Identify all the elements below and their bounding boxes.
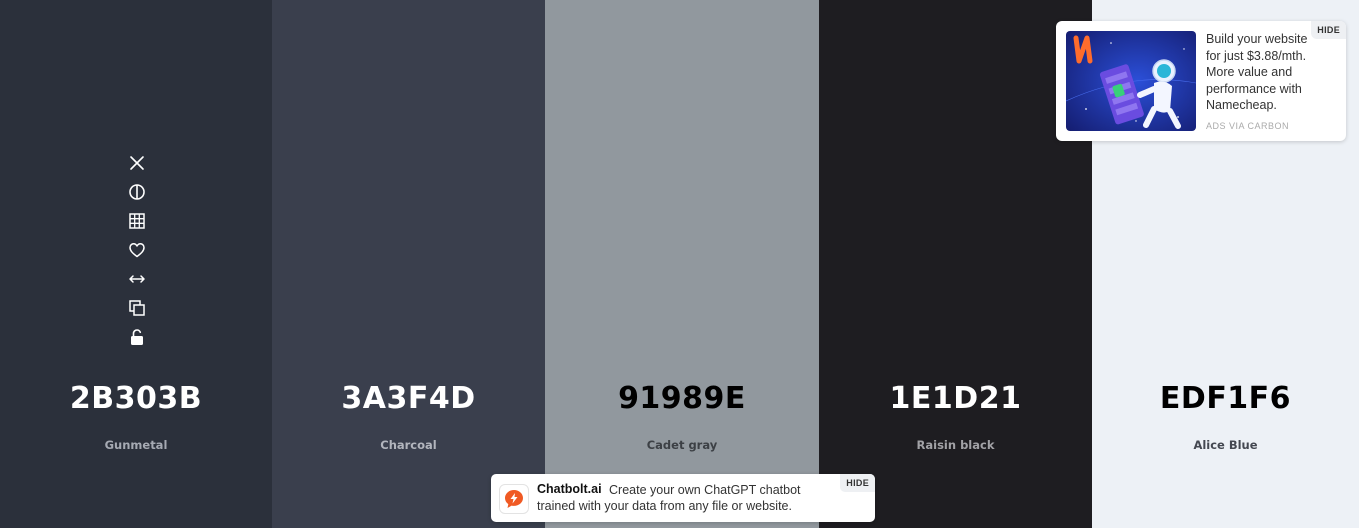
color-swatch-gunmetal[interactable]: 2B303B Gunmetal (0, 0, 272, 528)
color-name: Charcoal (380, 438, 437, 452)
color-swatch-charcoal[interactable]: 3A3F4D Charcoal (272, 0, 545, 528)
carbon-ad[interactable]: Build your website for just $3.88/mth. M… (1056, 21, 1346, 141)
contrast-icon (129, 183, 145, 200)
shades-button[interactable] (124, 177, 150, 206)
lock-color-button[interactable] (124, 322, 150, 351)
ad-image[interactable] (1066, 31, 1196, 131)
color-name: Gunmetal (104, 438, 168, 452)
copy-hex-button[interactable] (124, 293, 150, 322)
swatch-toolbar (124, 148, 150, 351)
chatbolt-bolt-icon (505, 490, 523, 508)
color-name: Raisin black (916, 438, 995, 452)
copy-icon (129, 299, 145, 316)
drag-arrows-icon (129, 274, 145, 283)
close-icon (130, 155, 144, 170)
namecheap-ad-illustration (1066, 31, 1196, 131)
hex-code[interactable]: 1E1D21 (819, 381, 1092, 416)
color-swatch-cadet-gray[interactable]: 91989E Cadet gray (545, 0, 819, 528)
save-color-button[interactable] (124, 235, 150, 264)
hide-ad-button[interactable]: HIDE (1311, 21, 1346, 39)
chatbolt-logo (499, 484, 529, 514)
remove-color-button[interactable] (124, 148, 150, 177)
hide-chatbolt-button[interactable]: HIDE (840, 474, 875, 492)
grid-icon (129, 212, 145, 229)
hex-code[interactable]: 2B303B (0, 381, 272, 416)
hex-code[interactable]: EDF1F6 (1092, 381, 1359, 416)
color-swatch-raisin-black[interactable]: 1E1D21 Raisin black (819, 0, 1092, 528)
hex-code[interactable]: 3A3F4D (272, 381, 545, 416)
drag-handle[interactable] (124, 264, 150, 293)
ads-via-carbon-label[interactable]: ADS VIA CARBON (1206, 121, 1289, 131)
view-shades-grid-button[interactable] (124, 206, 150, 235)
chatbolt-ad-banner[interactable]: Create your own ChatGPT chatbot trained … (491, 474, 875, 522)
unlock-icon (131, 328, 143, 345)
hex-code[interactable]: 91989E (545, 381, 819, 416)
chatbolt-brand[interactable]: Chatbolt.ai (537, 482, 602, 496)
ad-text[interactable]: Build your website for just $3.88/mth. M… (1206, 31, 1314, 115)
color-name: Cadet gray (646, 438, 718, 452)
heart-icon (129, 242, 145, 257)
color-name: Alice Blue (1193, 438, 1258, 452)
